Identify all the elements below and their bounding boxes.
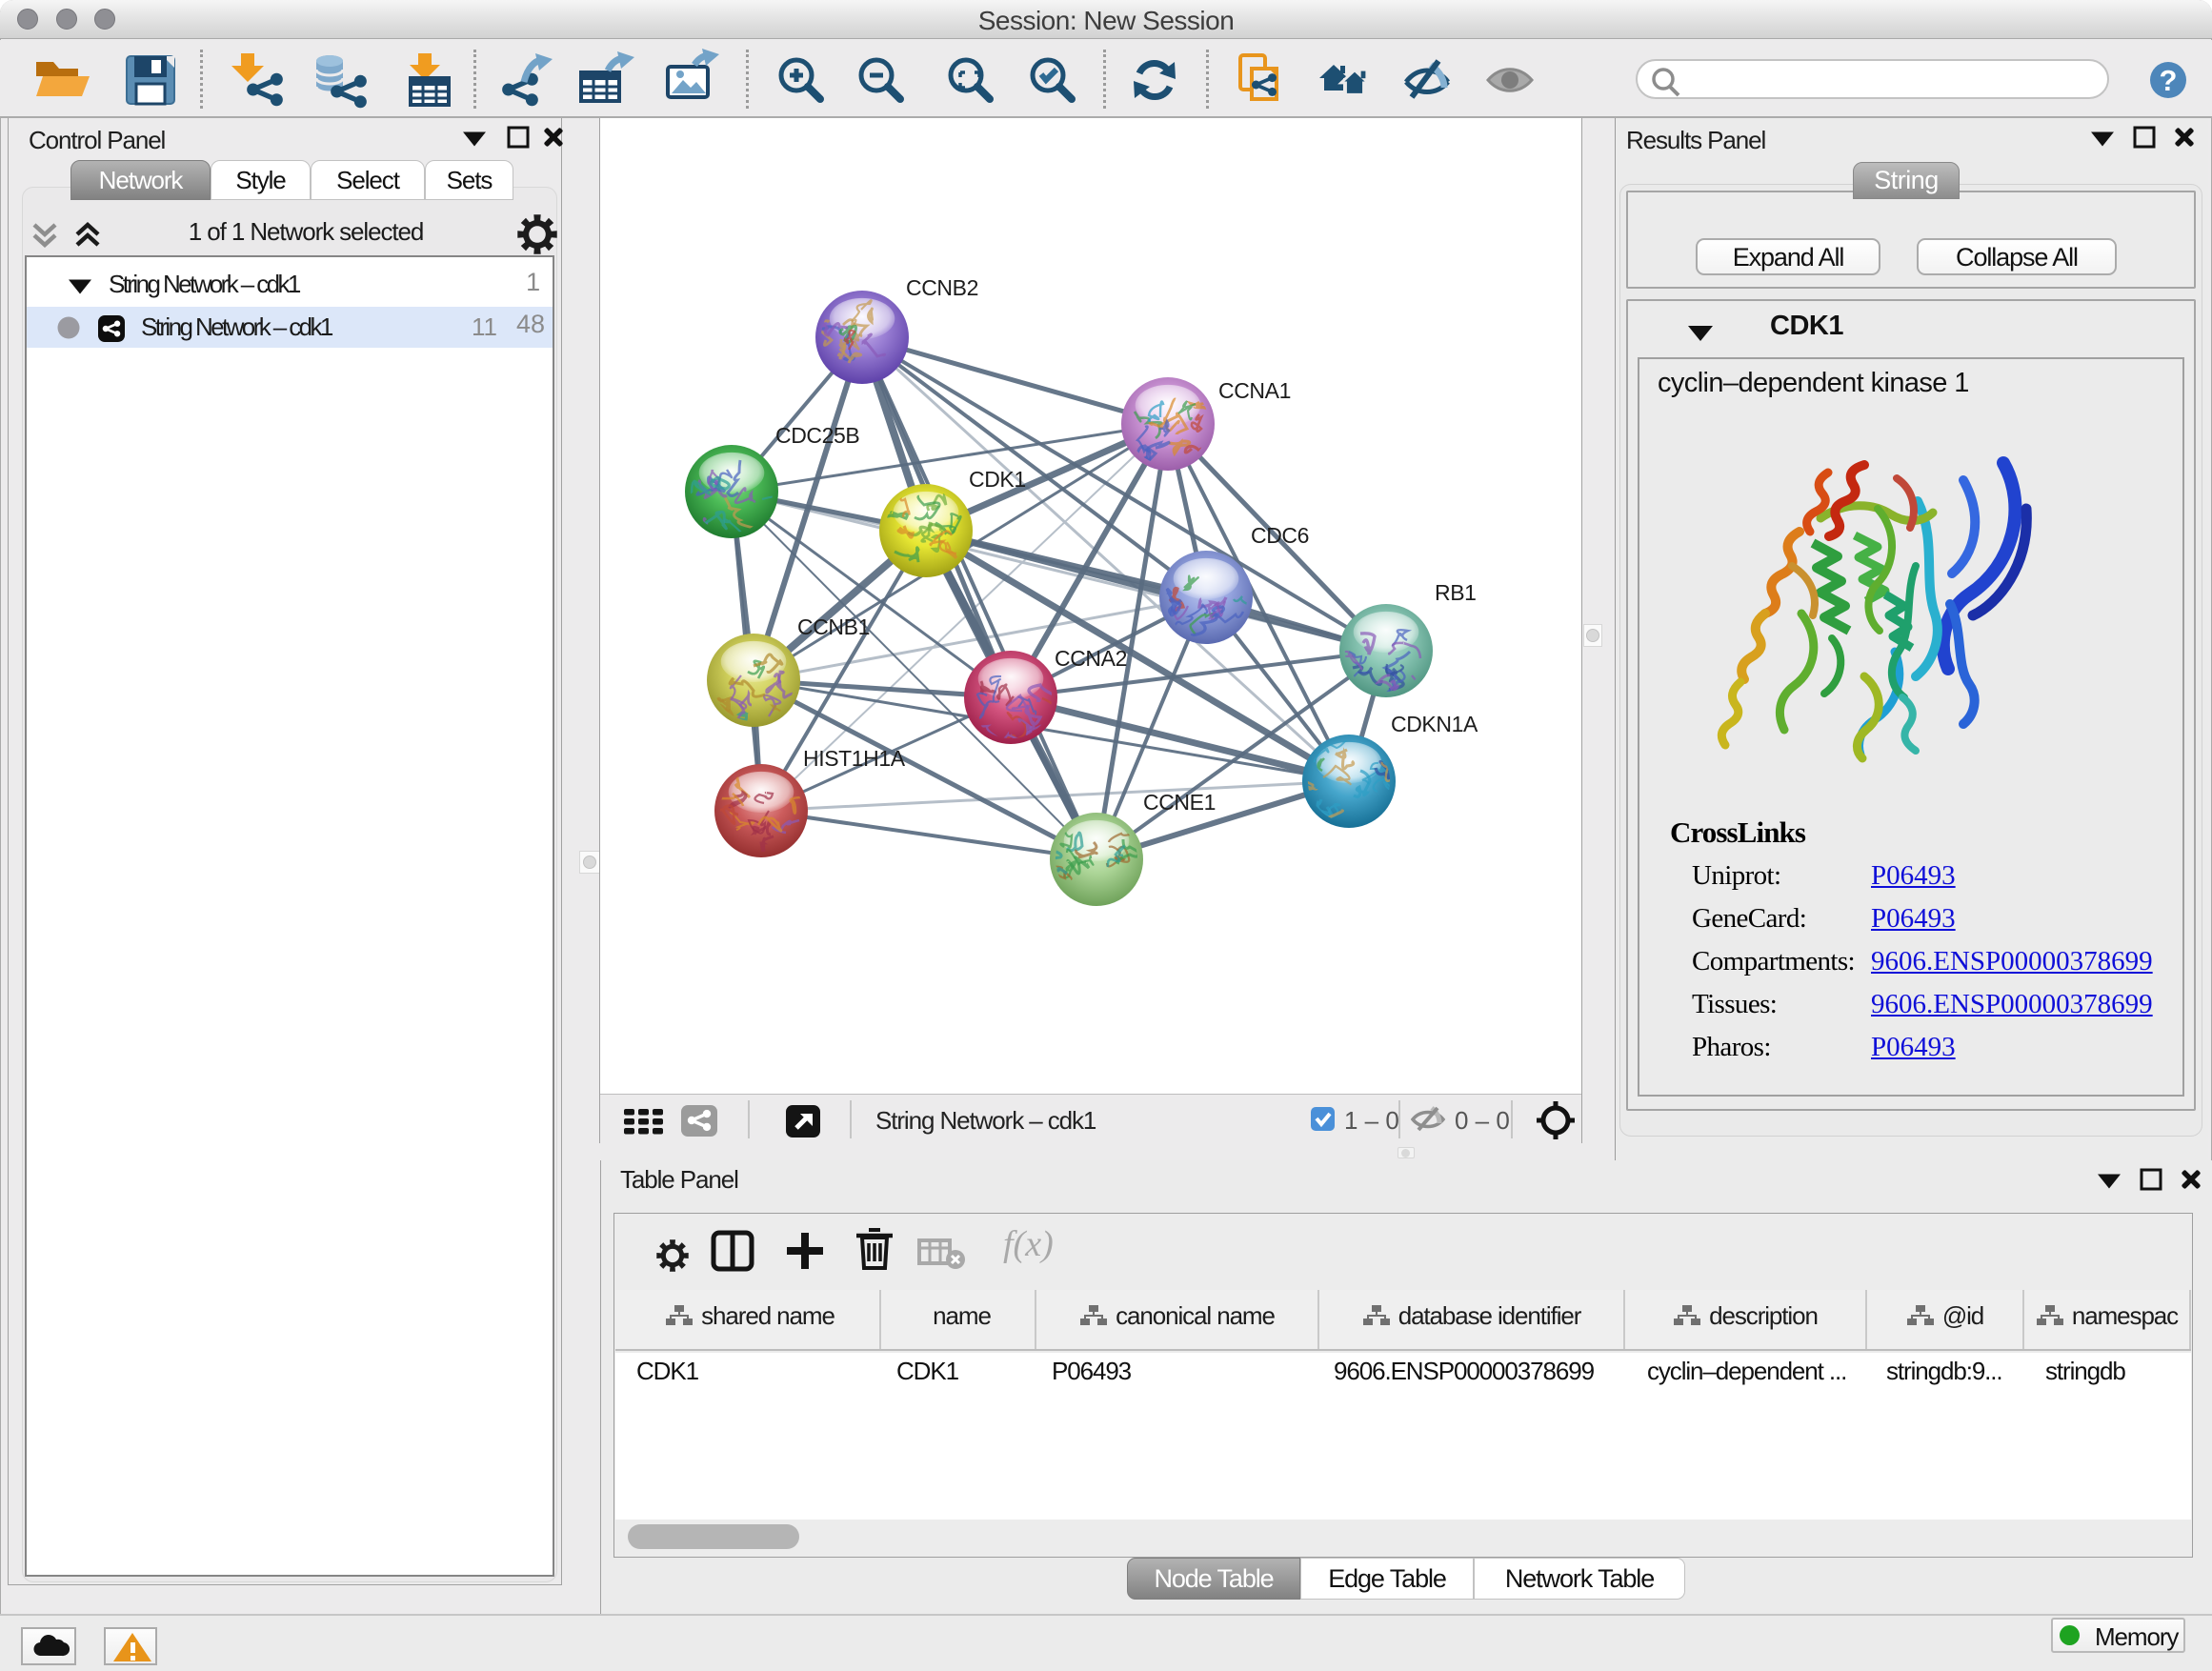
svg-text:CDK1: CDK1 [969, 467, 1026, 492]
svg-text:CCNA2: CCNA2 [1055, 646, 1127, 671]
svg-text:CDKN1A: CDKN1A [1391, 712, 1478, 736]
svg-text:CDC25B: CDC25B [775, 423, 859, 448]
svg-text:CDC6: CDC6 [1251, 523, 1309, 548]
svg-text:HIST1H1A: HIST1H1A [803, 746, 906, 771]
svg-text:RB1: RB1 [1435, 580, 1477, 605]
svg-text:CCNB1: CCNB1 [797, 614, 870, 639]
svg-text:CCNE1: CCNE1 [1143, 790, 1216, 815]
svg-text:?: ? [2160, 64, 2178, 97]
svg-text:CCNA1: CCNA1 [1218, 378, 1291, 403]
svg-text:CCNB2: CCNB2 [906, 275, 978, 300]
